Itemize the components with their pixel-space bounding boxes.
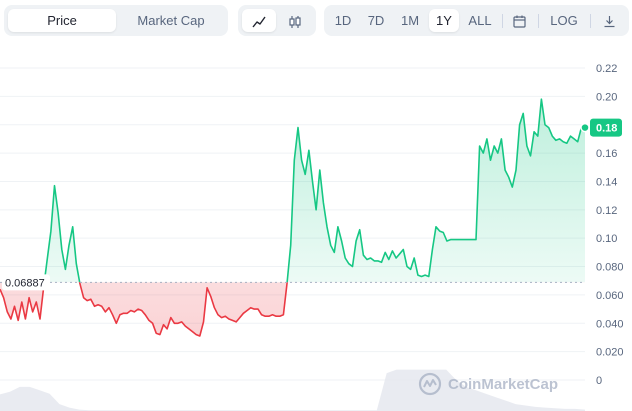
y-tick-label: 0.040 (596, 318, 624, 330)
y-tick-label: 0.20 (596, 91, 617, 103)
y-tick-label: 0.12 (596, 205, 617, 217)
range-1d-button[interactable]: 1D (330, 9, 356, 32)
y-axis: 0.22 0.20 0.18 0.16 0.14 0.12 0.10 0.080 0.060 0.… (596, 63, 624, 387)
line-chart-icon (252, 16, 266, 27)
candlestick-button[interactable] (278, 9, 312, 32)
chart-type-toggle (238, 5, 316, 36)
download-button[interactable] (598, 9, 620, 32)
watermark: CoinMarketCap (418, 372, 558, 396)
price-chart: 0.06887 0.22 0.20 0.18 0.16 0.14 0.12 0.10 0.08… (0, 63, 624, 411)
y-tick-label: 0.080 (596, 262, 624, 274)
calendar-button[interactable] (508, 9, 530, 32)
toolbar-divider (590, 14, 591, 28)
y-tick-label: 0 (596, 375, 602, 387)
last-price-marker (580, 122, 590, 133)
candlestick-icon (289, 15, 301, 28)
line-chart-button[interactable] (242, 9, 276, 32)
current-price-badge: 0.18 (590, 118, 622, 137)
metric-toggle: Price Market Cap (4, 5, 228, 36)
range-all-button[interactable]: ALL (464, 9, 496, 32)
current-price-label: 0.18 (596, 123, 617, 135)
y-tick-label: 0.060 (596, 290, 624, 302)
range-7d-button[interactable]: 7D (362, 9, 390, 32)
range-toolbar: 1D 7D 1M 1Y ALL LOG (324, 5, 629, 36)
watermark-text: CoinMarketCap (448, 375, 559, 393)
tab-market-cap[interactable]: Market Cap (118, 9, 224, 32)
y-tick-label: 0.16 (596, 148, 617, 160)
download-icon (604, 16, 614, 28)
y-tick-label: 0.10 (596, 233, 617, 245)
y-tick-label: 0.22 (596, 63, 617, 75)
reference-value-label: 0.06887 (5, 277, 45, 289)
calendar-icon (512, 15, 526, 28)
y-tick-label: 0.14 (596, 176, 617, 188)
range-1m-button[interactable]: 1M (396, 9, 424, 32)
toolbar-divider (502, 14, 503, 28)
y-tick-label: 0.020 (596, 347, 624, 359)
log-scale-button[interactable]: LOG (546, 9, 582, 32)
range-1y-button[interactable]: 1Y (429, 9, 459, 32)
tab-price[interactable]: Price (8, 9, 116, 32)
reference-label: 0.06887 (2, 274, 50, 291)
coinmarketcap-logo-icon (418, 372, 442, 396)
toolbar-divider (538, 14, 539, 28)
